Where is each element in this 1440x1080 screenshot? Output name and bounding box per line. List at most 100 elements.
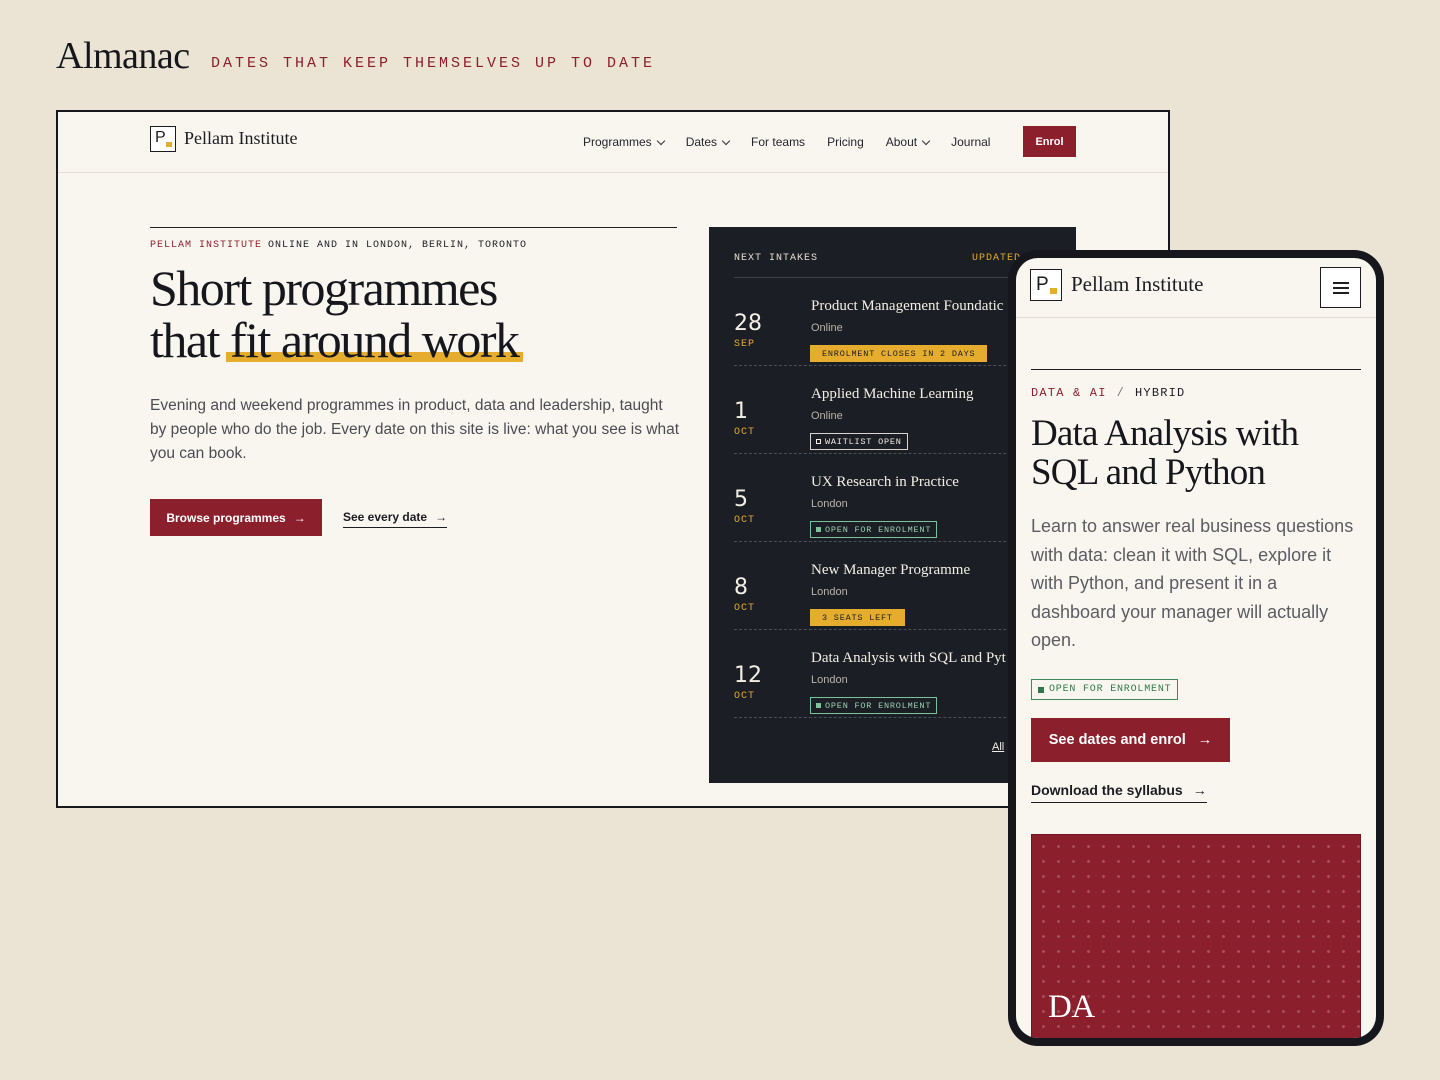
arrow-right-icon: →: [435, 510, 448, 524]
hero-eyebrow: PELLAM INSTITUTE ONLINE AND IN LONDON, BE…: [150, 240, 527, 251]
desktop-navbar: P Pellam Institute Programmes Dates For …: [58, 112, 1168, 173]
highlight-text: fit around work: [229, 312, 520, 368]
logo-dot: [1050, 288, 1057, 294]
see-every-date-link[interactable]: See every date →: [343, 510, 448, 528]
mobile-screen: P Pellam Institute DATA & AI / HYBRID Data…: [1016, 258, 1376, 1038]
hero-title: Short programmes that fit around work: [150, 260, 523, 368]
arrow-right-icon: →: [1192, 782, 1207, 798]
course-eyebrow: DATA & AI / HYBRID: [1031, 386, 1185, 400]
nav-label: Pricing: [827, 135, 864, 149]
status-badge: OPEN FOR ENROLMENT: [810, 521, 938, 538]
intake-title: New Manager Programme: [811, 562, 971, 578]
nav-label: Journal: [951, 135, 991, 149]
status-badge: WAITLIST OPEN: [810, 433, 908, 450]
badge-text: OPEN FOR ENROLMENT: [825, 524, 932, 535]
nav-item-for-teams[interactable]: For teams: [751, 135, 805, 149]
hamburger-icon-bar: [1333, 282, 1349, 284]
intake-location: London: [811, 674, 848, 686]
intake-day: 1: [734, 399, 748, 424]
logo-letter: P: [155, 129, 166, 146]
status-badge: OPEN FOR ENROLMENT: [810, 697, 938, 714]
status-badge: OPEN FOR ENROLMENT: [1031, 679, 1179, 700]
course-category: DATA & AI: [1031, 386, 1107, 400]
enrol-button[interactable]: Enrol: [1023, 126, 1076, 157]
nav-label: About: [885, 135, 918, 149]
intake-title: Applied Machine Learning: [811, 386, 974, 402]
desktop-menu: Programmes Dates For teams Pricing About…: [583, 135, 990, 149]
intake-month: SEP: [734, 339, 756, 350]
intake-title: Product Management Foundatic: [811, 298, 1004, 314]
course-title: Data Analysis with SQL and Python: [1031, 413, 1299, 493]
nav-item-journal[interactable]: Journal: [951, 135, 990, 149]
hero-description: Evening and weekend programmes in produc…: [150, 397, 680, 462]
logo-mark[interactable]: P: [150, 126, 176, 152]
eyebrow-separator: /: [1116, 386, 1126, 400]
course-description: Learn to answer real business questions …: [1031, 516, 1354, 650]
nav-item-programmes[interactable]: Programmes: [583, 135, 665, 149]
badge-text: ENROLMENT CLOSES IN 2 DAYS: [822, 348, 976, 359]
mobile-navbar: P Pellam Institute: [1016, 258, 1376, 318]
intakes-heading: NEXT INTAKES: [734, 253, 819, 264]
nav-item-pricing[interactable]: Pricing: [827, 135, 864, 149]
intake-location: London: [811, 586, 848, 598]
intake-month: OCT: [734, 515, 756, 526]
badge-text: 3 SEATS LEFT: [822, 612, 893, 623]
nav-label: Dates: [685, 135, 718, 149]
desktop-browser-frame: P Pellam Institute Programmes Dates For …: [56, 110, 1170, 808]
chevron-down-icon: [921, 136, 931, 145]
intake-location: London: [811, 498, 848, 510]
intake-location: Online: [811, 410, 843, 422]
cta-label: See dates and enrol: [1048, 732, 1186, 748]
intake-title: UX Research in Practice: [811, 474, 959, 490]
square-filled-icon: [816, 527, 821, 532]
download-syllabus-link[interactable]: Download the syllabus →: [1031, 782, 1207, 803]
hamburger-icon-bar: [1333, 292, 1349, 294]
intake-day: 12: [734, 663, 762, 688]
hero-title-prefix: that: [150, 312, 230, 368]
all-intakes-link[interactable]: All: [992, 741, 1004, 753]
square-filled-icon: [1038, 686, 1044, 693]
hero-title-highlight: fit around work: [225, 312, 523, 368]
logo-text[interactable]: Pellam Institute: [184, 128, 297, 149]
see-dates-label: See every date: [343, 510, 428, 524]
logo-dot: [166, 142, 172, 147]
eyebrow-locations: ONLINE AND IN LONDON, BERLIN, TORONTO: [268, 240, 528, 251]
syllabus-label: Download the syllabus: [1031, 782, 1183, 798]
nav-item-about[interactable]: About: [885, 135, 931, 149]
browse-programmes-button[interactable]: Browse programmes →: [150, 499, 322, 536]
hero-title-line-2: that fit around work: [150, 312, 523, 368]
site-tagline: DATES THAT KEEP THEMSELVES UP TO DATE: [211, 55, 656, 72]
intake-day: 28: [734, 311, 762, 336]
browse-label: Browse programmes: [166, 510, 286, 525]
intake-month: OCT: [734, 691, 756, 702]
logo-text[interactable]: Pellam Institute: [1071, 272, 1203, 297]
intake-month: OCT: [734, 427, 756, 438]
badge-text: OPEN FOR ENROLMENT: [1049, 684, 1172, 695]
hamburger-icon-bar: [1333, 287, 1349, 289]
logo-letter: P: [1036, 274, 1049, 295]
badge-text: WAITLIST OPEN: [825, 436, 902, 447]
hamburger-menu-button[interactable]: [1320, 267, 1361, 308]
mobile-phone-frame: P Pellam Institute DATA & AI / HYBRID Data…: [1008, 250, 1384, 1046]
chevron-down-icon: [721, 136, 731, 145]
mobile-divider: [1031, 369, 1361, 370]
see-dates-enrol-button[interactable]: See dates and enrol →: [1031, 718, 1230, 762]
intake-month: OCT: [734, 603, 756, 614]
intake-day: 8: [734, 575, 748, 600]
nav-item-dates[interactable]: Dates: [685, 135, 731, 149]
status-badge: ENROLMENT CLOSES IN 2 DAYS: [810, 345, 988, 362]
eyebrow-brand: PELLAM INSTITUTE: [150, 240, 263, 251]
site-brand: Almanac: [56, 35, 190, 77]
nav-label: Programmes: [583, 135, 652, 149]
arrow-right-icon: →: [1197, 732, 1213, 748]
logo-mark[interactable]: P: [1030, 269, 1062, 301]
badge-text: OPEN FOR ENROLMENT: [825, 700, 932, 711]
hero-title-line-1: Short programmes: [150, 260, 498, 316]
course-initials: DA: [1048, 989, 1095, 1025]
arrow-right-icon: →: [293, 510, 306, 525]
course-cover-card: DA: [1031, 834, 1361, 1038]
course-format: HYBRID: [1135, 386, 1186, 400]
intake-location: Online: [811, 322, 843, 334]
square-filled-icon: [816, 703, 821, 708]
intake-day: 5: [734, 487, 748, 512]
